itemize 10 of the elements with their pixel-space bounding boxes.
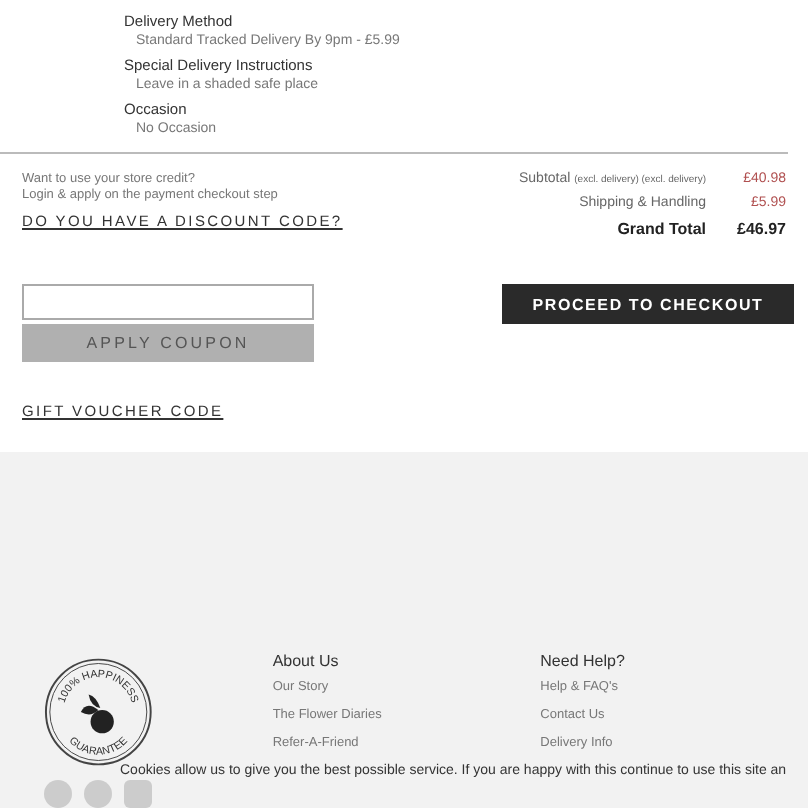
apply-coupon-button[interactable]: APPLY COUPON (22, 324, 314, 362)
footer-heading: About Us (272, 652, 341, 670)
social-icon[interactable] (84, 780, 112, 808)
social-icon[interactable] (44, 780, 72, 808)
total-label: Grand Total (617, 220, 706, 238)
checkout-button[interactable]: PROCEED TO CHECKOUT (502, 284, 794, 324)
total-value: £46.97 (735, 220, 786, 238)
footer-heading: Need Help? (540, 652, 627, 670)
social-icon[interactable] (124, 780, 152, 808)
coupon-input-field[interactable] (22, 284, 314, 320)
